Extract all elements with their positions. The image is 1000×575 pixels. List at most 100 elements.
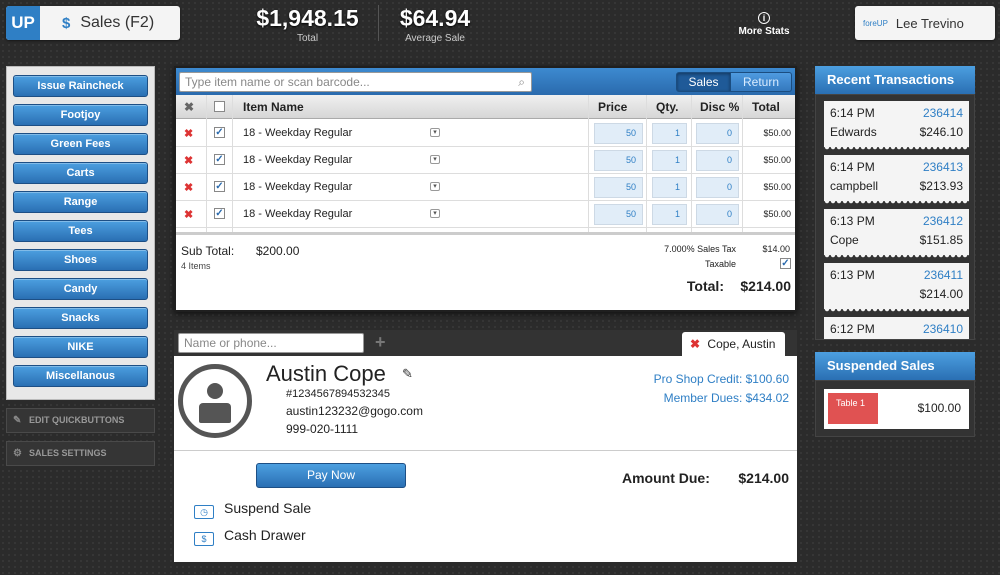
transaction-id-link[interactable]: 236412 [923, 214, 963, 228]
sales-mode-selector[interactable]: UP $ Sales (F2) [6, 6, 180, 40]
customer-tab[interactable]: ✖ Cope, Austin [682, 332, 785, 356]
item-checkbox[interactable]: ✓ [214, 127, 225, 138]
pro-shop-credit[interactable]: Pro Shop Credit: $100.60 [654, 372, 789, 386]
transaction-item[interactable]: 6:14 PM 236414 Edwards $246.10 [824, 101, 969, 150]
transaction-item[interactable]: 6:13 PM 236412 Cope $151.85 [824, 209, 969, 258]
transaction-time: 6:13 PM [830, 268, 875, 282]
avatar [178, 364, 252, 438]
quickbutton-carts[interactable]: Carts [13, 162, 148, 184]
item-price-input[interactable]: 50 [594, 177, 643, 198]
item-disc-input[interactable]: 0 [696, 150, 739, 171]
cart-panel: Type item name or scan barcode... ⌕ Sale… [174, 66, 797, 312]
quickbutton-issue-raincheck[interactable]: Issue Raincheck [13, 75, 148, 97]
transaction-id-link[interactable]: 236414 [923, 106, 963, 120]
quickbutton-nike[interactable]: NIKE [13, 336, 148, 358]
item-name: 18 - Weekday Regular [243, 208, 353, 220]
cart-row: ✖ ✓ 18 - Weekday Regular ▾ 50 1 0 $50.00 [176, 174, 795, 201]
more-stats-button[interactable]: i More Stats [735, 12, 793, 37]
remove-all-icon[interactable]: ✖ [184, 100, 194, 114]
item-qty-input[interactable]: 1 [652, 204, 687, 225]
item-qty-input[interactable]: 1 [652, 150, 687, 171]
item-disc-input[interactable]: 0 [696, 177, 739, 198]
edit-customer-icon[interactable]: ✎ [402, 366, 413, 382]
item-checkbox[interactable]: ✓ [214, 181, 225, 192]
quickbutton-snacks[interactable]: Snacks [13, 307, 148, 329]
transaction-item[interactable]: 6:12 PM 236410 [824, 317, 969, 339]
item-checkbox[interactable]: ✓ [214, 208, 225, 219]
quickbutton-green-fees[interactable]: Green Fees [13, 133, 148, 155]
pencil-icon: ✎ [13, 415, 22, 426]
add-customer-icon[interactable]: + [375, 332, 386, 353]
quickbutton-tees[interactable]: Tees [13, 220, 148, 242]
mode-return-button[interactable]: Return [730, 72, 792, 92]
sales-settings-button[interactable]: ⚙ SALES SETTINGS [6, 441, 155, 466]
sales-title: Sales (F2) [80, 14, 155, 31]
user-name: Lee Trevino [895, 15, 964, 31]
item-disc-input[interactable]: 0 [696, 123, 739, 144]
item-options-dropdown-icon[interactable]: ▾ [430, 182, 440, 191]
average-stat: $64.94 Average Sale [390, 5, 480, 44]
remove-item-icon[interactable]: ✖ [184, 181, 193, 194]
taxable-checkbox[interactable]: ✓ [780, 258, 791, 269]
foreup-logo: UP [6, 6, 40, 40]
transaction-id-link[interactable]: 236413 [923, 160, 963, 174]
quickbutton-candy[interactable]: Candy [13, 278, 148, 300]
item-checkbox[interactable]: ✓ [214, 154, 225, 165]
item-qty-input[interactable]: 1 [652, 177, 687, 198]
select-all-checkbox[interactable] [214, 101, 225, 112]
suspend-sale-button[interactable]: ◷ Suspend Sale [194, 500, 311, 519]
item-total: $50.00 [763, 128, 791, 138]
quickbutton-miscellanous[interactable]: Miscellanous [13, 365, 148, 387]
remove-item-icon[interactable]: ✖ [184, 154, 193, 167]
transaction-amount: $214.00 [919, 287, 963, 301]
amount-due-label: Amount Due: [622, 470, 710, 486]
suspended-sale-item[interactable]: Table 1 $100.00 [824, 389, 969, 429]
close-icon[interactable]: ✖ [690, 337, 700, 351]
item-price-input[interactable]: 50 [594, 204, 643, 225]
item-price-input[interactable]: 50 [594, 150, 643, 171]
customer-panel: Austin Cope ✎ #1234567894532345 austin12… [174, 356, 797, 562]
suspended-sale-amount: $100.00 [917, 401, 961, 415]
user-menu[interactable]: foreUP Lee Trevino [855, 6, 995, 40]
cash-drawer-button[interactable]: $ Cash Drawer [194, 527, 306, 546]
col-item-name: Item Name [243, 100, 304, 114]
subtotal-label: Sub Total: [181, 244, 235, 258]
recent-transactions-list: 6:14 PM 236414 Edwards $246.10 6:14 PM 2… [815, 94, 975, 340]
total-stat: $1,948.15 Total [250, 5, 365, 44]
remove-item-icon[interactable]: ✖ [184, 127, 193, 140]
transaction-time: 6:13 PM [830, 214, 875, 228]
item-options-dropdown-icon[interactable]: ▾ [430, 209, 440, 218]
edit-quickbuttons-button[interactable]: ✎ EDIT QUICKBUTTONS [6, 408, 155, 433]
item-options-dropdown-icon[interactable]: ▾ [430, 128, 440, 137]
clock-icon: ◷ [194, 505, 214, 519]
transaction-customer: campbell [830, 179, 879, 193]
transaction-time: 6:12 PM [830, 322, 875, 336]
foreup-mini-logo: foreUP [863, 18, 888, 28]
transaction-item[interactable]: 6:13 PM 236411 $214.00 [824, 263, 969, 312]
item-disc-input[interactable]: 0 [696, 204, 739, 225]
transaction-id-link[interactable]: 236410 [923, 322, 963, 336]
search-icon[interactable]: ⌕ [518, 73, 525, 91]
mode-sales-button[interactable]: Sales [676, 72, 731, 92]
item-options-dropdown-icon[interactable]: ▾ [430, 155, 440, 164]
item-total: $50.00 [763, 209, 791, 219]
quickbutton-footjoy[interactable]: Footjoy [13, 104, 148, 126]
item-price-input[interactable]: 50 [594, 123, 643, 144]
member-dues[interactable]: Member Dues: $434.02 [664, 391, 789, 405]
cart-row: ✖ ✓ 18 - Weekday Regular ▾ 50 1 0 $50.00 [176, 147, 795, 174]
transaction-id-link[interactable]: 236411 [924, 268, 963, 282]
customer-search-input[interactable]: Name or phone... [178, 333, 364, 353]
taxable-label: Taxable [704, 259, 736, 269]
total-label: Total: [686, 278, 724, 294]
stat-divider [378, 5, 379, 41]
avatar-body [199, 403, 231, 423]
quickbutton-shoes[interactable]: Shoes [13, 249, 148, 271]
sales-tax-label: 7.000% Sales Tax [664, 244, 736, 254]
item-total: $50.00 [763, 155, 791, 165]
quickbutton-range[interactable]: Range [13, 191, 148, 213]
item-qty-input[interactable]: 1 [652, 123, 687, 144]
pay-now-button[interactable]: Pay Now [256, 463, 406, 488]
remove-item-icon[interactable]: ✖ [184, 208, 193, 221]
item-search-input[interactable]: Type item name or scan barcode... ⌕ [179, 72, 532, 92]
transaction-item[interactable]: 6:14 PM 236413 campbell $213.93 [824, 155, 969, 204]
